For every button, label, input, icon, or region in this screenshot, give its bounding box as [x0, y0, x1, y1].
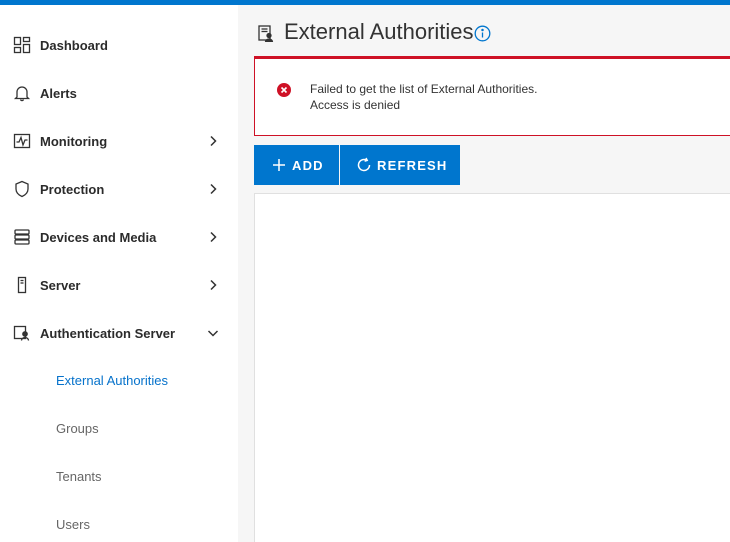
alert-detail: Access is denied	[310, 98, 401, 112]
error-circle-icon	[277, 83, 291, 97]
sidebar: Dashboard Alerts Monitoring Protection D…	[0, 5, 238, 542]
sidebar-subitem-users[interactable]: Users	[0, 505, 238, 542]
sidebar-item-devices-and-media[interactable]: Devices and Media	[0, 217, 238, 257]
storage-icon	[12, 227, 32, 247]
shield-icon	[12, 179, 32, 199]
sidebar-item-label: Monitoring	[40, 133, 108, 149]
server-icon	[12, 275, 32, 295]
sidebar-item-authentication-server[interactable]: Authentication Server	[0, 313, 238, 353]
sidebar-subitem-external-authorities[interactable]: External Authorities	[0, 361, 238, 401]
bell-icon	[12, 83, 32, 103]
sidebar-item-label: Protection	[40, 181, 105, 197]
sidebar-item-protection[interactable]: Protection	[0, 169, 238, 209]
authorities-grid	[254, 193, 730, 542]
chevron-right-icon	[204, 180, 222, 198]
dashboard-icon	[12, 35, 32, 55]
sidebar-item-server[interactable]: Server	[0, 265, 238, 305]
add-button[interactable]: ADD	[254, 145, 339, 185]
chevron-right-icon	[204, 132, 222, 150]
plus-icon	[271, 157, 287, 173]
sidebar-subitem-label: External Authorities	[56, 373, 169, 388]
sidebar-subitem-label: Groups	[56, 421, 99, 436]
sidebar-item-monitoring[interactable]: Monitoring	[0, 121, 238, 161]
refresh-button[interactable]: REFRESH	[340, 145, 460, 185]
main-content: External Authorities Failed to get the l…	[238, 5, 730, 542]
sidebar-item-alerts[interactable]: Alerts	[0, 73, 238, 113]
sidebar-subitem-groups[interactable]: Groups	[0, 409, 238, 449]
sidebar-subitem-tenants[interactable]: Tenants	[0, 457, 238, 497]
sidebar-item-label: Server	[40, 277, 81, 293]
sidebar-subitem-label: Users	[56, 517, 90, 532]
chevron-right-icon	[204, 276, 222, 294]
monitoring-icon	[12, 131, 32, 151]
document-user-icon	[258, 25, 274, 43]
add-button-label: ADD	[292, 158, 324, 173]
sidebar-item-label: Devices and Media	[40, 229, 157, 245]
page-title: External Authorities	[284, 19, 474, 44]
sidebar-item-label: Authentication Server	[40, 325, 176, 341]
refresh-icon	[356, 157, 372, 173]
auth-server-icon	[12, 323, 32, 343]
info-icon[interactable]	[474, 25, 491, 42]
sidebar-item-label: Alerts	[40, 85, 77, 101]
sidebar-item-dashboard[interactable]: Dashboard	[0, 25, 238, 65]
chevron-down-icon	[204, 324, 222, 342]
alert-message: Failed to get the list of External Autho…	[310, 82, 538, 96]
error-alert: Failed to get the list of External Autho…	[254, 56, 730, 136]
sidebar-subitem-label: Tenants	[56, 469, 102, 484]
refresh-button-label: REFRESH	[377, 158, 448, 173]
sidebar-item-label: Dashboard	[40, 37, 108, 53]
chevron-right-icon	[204, 228, 222, 246]
